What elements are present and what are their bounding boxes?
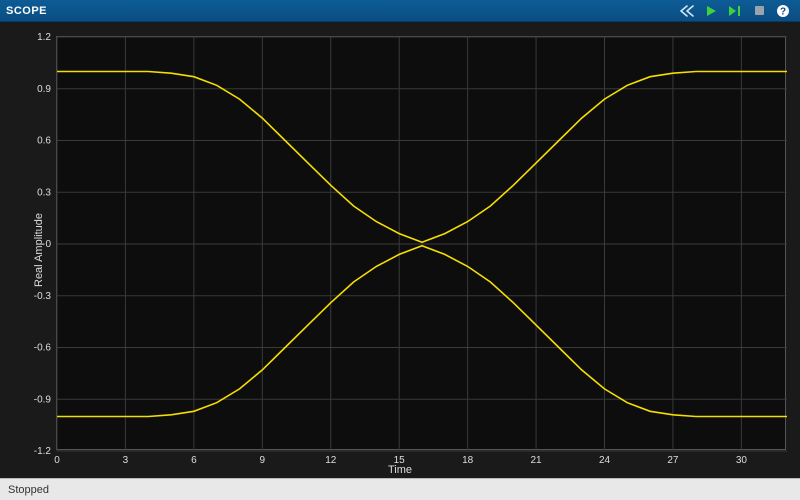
stop-button[interactable] <box>748 2 770 20</box>
help-button[interactable]: ? <box>772 2 794 20</box>
svg-text:0: 0 <box>45 239 51 250</box>
titlebar: SCOPE ? <box>0 0 800 22</box>
svg-text:24: 24 <box>599 455 611 466</box>
step-forward-icon <box>728 5 742 17</box>
svg-text:3: 3 <box>123 455 129 466</box>
play-icon <box>705 5 717 17</box>
svg-text:0.9: 0.9 <box>37 84 51 95</box>
statusbar: Stopped <box>0 478 800 500</box>
svg-text:?: ? <box>780 6 786 17</box>
svg-text:9: 9 <box>260 455 266 466</box>
step-button[interactable] <box>724 2 746 20</box>
chart-canvas: -1.2 -0.9 -0.6 -0.3 0 0.3 0.6 0.9 1.2 0 3 6 9 12 15 18 2… <box>1 23 800 479</box>
svg-text:30: 30 <box>736 455 748 466</box>
svg-text:1.2: 1.2 <box>37 32 51 43</box>
svg-text:-0.6: -0.6 <box>34 343 52 354</box>
back-chevrons-icon <box>678 4 696 18</box>
svg-text:0: 0 <box>54 455 60 466</box>
plot-area: Real Amplitude Time -1.2-0.9-0.6-0.300.3… <box>0 22 800 478</box>
svg-text:27: 27 <box>667 455 679 466</box>
status-text: Stopped <box>8 484 49 496</box>
svg-text:-1.2: -1.2 <box>34 446 52 457</box>
svg-text:0.3: 0.3 <box>37 187 51 198</box>
play-button[interactable] <box>700 2 722 20</box>
help-icon: ? <box>776 4 790 18</box>
svg-text:0.6: 0.6 <box>37 136 51 147</box>
stop-icon <box>754 5 765 16</box>
svg-text:12: 12 <box>325 455 337 466</box>
svg-text:18: 18 <box>462 455 474 466</box>
back-button[interactable] <box>676 2 698 20</box>
chart-axes[interactable]: -1.2-0.9-0.6-0.300.30.60.91.203691215182… <box>56 36 786 450</box>
svg-text:15: 15 <box>394 455 406 466</box>
window-title: SCOPE <box>6 5 674 17</box>
svg-text:-0.9: -0.9 <box>34 394 52 405</box>
svg-text:-0.3: -0.3 <box>34 291 52 302</box>
svg-text:6: 6 <box>191 455 197 466</box>
svg-text:21: 21 <box>531 455 543 466</box>
